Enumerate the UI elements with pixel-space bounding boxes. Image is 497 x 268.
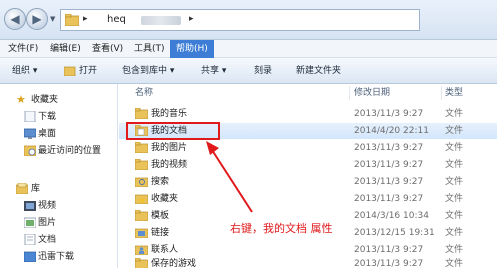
favorites-folder-icon bbox=[135, 194, 148, 204]
search-folder-icon bbox=[135, 177, 148, 187]
file-type: 文件 bbox=[445, 259, 464, 268]
forward-arrow-icon: ▶ bbox=[32, 12, 42, 26]
folder-open-icon bbox=[64, 66, 76, 76]
links-folder-icon bbox=[135, 228, 148, 238]
file-type: 文件 bbox=[445, 228, 464, 238]
file-modified: 2013/11/3 9:27 bbox=[354, 259, 424, 268]
file-name: 模板 bbox=[151, 211, 170, 221]
highlight-box bbox=[126, 122, 220, 140]
open-button-label: 打开 bbox=[79, 66, 98, 76]
music-folder-icon bbox=[135, 108, 148, 119]
share-button[interactable]: 共享 ▾ bbox=[201, 58, 226, 84]
address-input[interactable]: ▸ heq ▸ bbox=[60, 9, 420, 31]
menu-help[interactable]: 帮助(H) bbox=[170, 40, 214, 58]
open-button[interactable]: 打开 bbox=[64, 58, 97, 84]
file-row[interactable]: 我的图片 2013/11/3 9:27 文件 bbox=[119, 140, 497, 156]
column-header-modified[interactable]: 修改日期 bbox=[354, 84, 390, 102]
file-row[interactable]: 我的音乐 2013/11/3 9:27 文件 bbox=[119, 106, 497, 122]
desktop-icon bbox=[24, 128, 36, 139]
file-list: 名称 修改日期 类型 我的音乐 2013/11/3 9:27 文件 我的文档 2… bbox=[119, 84, 497, 268]
file-modified: 2013/11/3 9:27 bbox=[354, 143, 424, 153]
file-row[interactable]: 保存的游戏 2013/11/3 9:27 文件 bbox=[119, 256, 497, 268]
command-bar: 组织 ▾ 打开 包含到库中 ▾ 共享 ▾ 刻录 新建文件夹 bbox=[0, 58, 497, 84]
file-type: 文件 bbox=[445, 211, 464, 221]
file-type: 文件 bbox=[445, 194, 464, 204]
file-modified: 2014/4/20 22:11 bbox=[354, 126, 429, 136]
nav-item-label: 下载 bbox=[38, 112, 57, 122]
file-name: 搜索 bbox=[151, 177, 170, 187]
column-divider[interactable] bbox=[349, 86, 350, 100]
nav-favorites-label: 收藏夹 bbox=[31, 95, 59, 105]
file-type: 文件 bbox=[445, 143, 464, 153]
folder-icon bbox=[65, 14, 79, 26]
column-divider[interactable] bbox=[441, 86, 442, 100]
saved-games-folder-icon bbox=[135, 258, 148, 268]
file-modified: 2013/11/3 9:27 bbox=[354, 160, 424, 170]
file-name: 我的音乐 bbox=[151, 109, 188, 119]
videos-icon bbox=[24, 201, 36, 211]
templates-folder-icon bbox=[135, 210, 148, 221]
nav-item-label: 图片 bbox=[38, 218, 57, 228]
file-modified: 2013/11/3 9:27 bbox=[354, 109, 424, 119]
breadcrumb-user-folder[interactable]: heq bbox=[107, 14, 126, 25]
menu-edit[interactable]: 编辑(E) bbox=[44, 40, 87, 58]
nav-item-label: 文档 bbox=[38, 235, 57, 245]
address-bar-region: ◀ ▶ ▼ ▸ heq ▸ bbox=[0, 0, 497, 40]
contacts-folder-icon bbox=[135, 245, 148, 255]
nav-item-label: 桌面 bbox=[38, 129, 57, 139]
pictures-icon bbox=[24, 217, 36, 228]
file-modified: 2013/11/3 9:27 bbox=[354, 177, 424, 187]
burn-button[interactable]: 刻录 bbox=[254, 58, 272, 84]
menu-view[interactable]: 查看(V) bbox=[86, 40, 129, 58]
file-row[interactable]: 搜索 2013/11/3 9:27 文件 bbox=[119, 174, 497, 190]
file-name: 保存的游戏 bbox=[151, 259, 197, 268]
include-in-library-button[interactable]: 包含到库中 ▾ bbox=[122, 58, 174, 84]
forward-button[interactable]: ▶ bbox=[26, 8, 48, 30]
nav-item-label: 迅雷下载 bbox=[38, 252, 75, 262]
menu-file[interactable]: 文件(F) bbox=[2, 40, 44, 58]
menu-tools[interactable]: 工具(T) bbox=[128, 40, 171, 58]
column-header-name[interactable]: 名称 bbox=[135, 84, 153, 102]
file-type: 文件 bbox=[445, 177, 464, 187]
annotation-text: 右键，我的文档 属性 bbox=[230, 222, 333, 235]
redacted-username bbox=[141, 16, 181, 25]
new-folder-button[interactable]: 新建文件夹 bbox=[296, 58, 341, 84]
nav-libraries-label: 库 bbox=[31, 184, 41, 194]
back-arrow-icon: ◀ bbox=[10, 12, 20, 26]
file-row[interactable]: 我的视频 2013/11/3 9:27 文件 bbox=[119, 157, 497, 173]
file-type: 文件 bbox=[445, 126, 464, 136]
column-header-type[interactable]: 类型 bbox=[445, 84, 463, 102]
file-modified: 2014/3/16 10:34 bbox=[354, 211, 429, 221]
file-type: 文件 bbox=[445, 109, 464, 119]
recent-places-icon bbox=[24, 145, 36, 156]
videos-folder-icon bbox=[135, 159, 148, 170]
file-name: 我的图片 bbox=[151, 143, 188, 153]
library-icon bbox=[16, 183, 28, 194]
file-modified: 2013/12/15 19:31 bbox=[354, 228, 435, 238]
star-icon: ★ bbox=[16, 93, 26, 106]
file-name: 我的视频 bbox=[151, 160, 188, 170]
breadcrumb-separator[interactable]: ▸ bbox=[83, 14, 88, 24]
documents-icon bbox=[24, 234, 36, 245]
navigation-pane: ★ 收藏夹 下载 桌面 最近访问的位置 库 视频 图片 文档 迅雷下载 bbox=[0, 84, 118, 268]
nav-item-label: 最近访问的位置 bbox=[38, 146, 102, 156]
menu-bar: 文件(F) 编辑(E) 查看(V) 工具(T) 帮助(H) bbox=[0, 40, 497, 58]
pictures-folder-icon bbox=[135, 142, 148, 153]
nav-item-label: 视频 bbox=[38, 201, 57, 211]
file-name: 链接 bbox=[151, 228, 170, 238]
file-type: 文件 bbox=[445, 160, 464, 170]
downloads-icon bbox=[24, 111, 36, 122]
organize-button[interactable]: 组织 ▾ bbox=[12, 58, 37, 84]
file-name: 收藏夹 bbox=[151, 194, 179, 204]
history-dropdown-icon[interactable]: ▼ bbox=[50, 15, 55, 23]
thunder-downloads-icon bbox=[24, 251, 36, 262]
back-button[interactable]: ◀ bbox=[4, 8, 26, 30]
breadcrumb-separator[interactable]: ▸ bbox=[189, 14, 194, 24]
file-row[interactable]: 收藏夹 2013/11/3 9:27 文件 bbox=[119, 191, 497, 207]
file-modified: 2013/11/3 9:27 bbox=[354, 194, 424, 204]
